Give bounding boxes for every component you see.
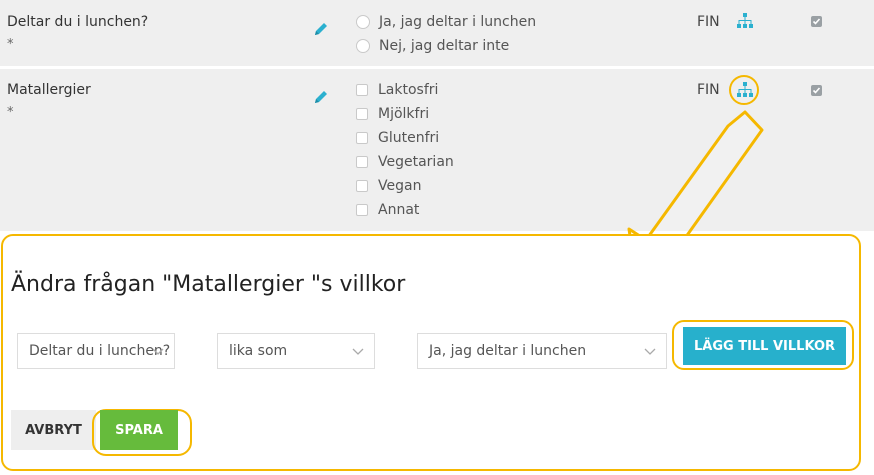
add-condition-button[interactable]: LÄGG TILL VILLKOR <box>683 327 846 365</box>
panel-title: Ändra frågan "Matallergier "s villkor <box>11 272 406 297</box>
chevron-down-icon <box>352 348 364 355</box>
select-value: lika som <box>229 343 288 359</box>
chevron-down-icon <box>644 348 656 355</box>
cancel-button[interactable]: AVBRYT <box>11 410 96 450</box>
answer-select[interactable]: Ja, jag deltar i lunchen <box>417 333 667 369</box>
save-button[interactable]: SPARA <box>100 410 178 450</box>
question-select[interactable]: Deltar du i lunchen? <box>17 333 175 369</box>
select-value: Ja, jag deltar i lunchen <box>429 343 587 359</box>
select-value: Deltar du i lunchen? <box>29 343 171 359</box>
chevron-down-icon <box>152 348 164 355</box>
operator-select[interactable]: lika som <box>217 333 375 369</box>
